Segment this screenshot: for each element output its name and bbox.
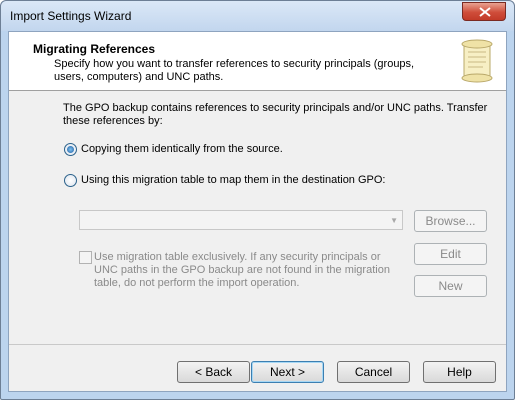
close-icon — [479, 7, 491, 17]
wizard-window: Import Settings Wizard Migrating Referen… — [0, 0, 515, 400]
window-title: Import Settings Wizard — [10, 9, 132, 23]
migration-table-combobox[interactable]: ▼ — [79, 210, 403, 230]
radio-migration-table-label[interactable]: Using this migration table to map them i… — [81, 174, 386, 186]
page-title: Migrating References — [33, 42, 156, 56]
wizard-page: Migrating References Specify how you wan… — [8, 31, 507, 392]
radio-migration-table[interactable] — [64, 174, 77, 187]
title-bar[interactable]: Import Settings Wizard — [1, 1, 514, 31]
intro-text: The GPO backup contains references to se… — [63, 102, 488, 127]
exclusive-checkbox[interactable] — [79, 251, 92, 264]
chevron-down-icon[interactable]: ▼ — [390, 216, 398, 225]
footer-divider — [9, 344, 506, 345]
close-button[interactable] — [462, 2, 506, 21]
new-button[interactable]: New — [414, 275, 487, 297]
page-header: Migrating References Specify how you wan… — [9, 32, 506, 91]
radio-copy[interactable] — [64, 143, 77, 156]
help-button[interactable]: Help — [423, 361, 496, 383]
edit-button[interactable]: Edit — [414, 243, 487, 265]
exclusive-checkbox-label[interactable]: Use migration table exclusively. If any … — [94, 251, 404, 290]
browse-button[interactable]: Browse... — [414, 210, 487, 232]
page-description: Specify how you want to transfer referen… — [54, 58, 415, 83]
cancel-button[interactable]: Cancel — [337, 361, 410, 383]
scroll-icon — [461, 39, 493, 83]
next-button[interactable]: Next > — [251, 361, 324, 383]
radio-copy-label[interactable]: Copying them identically from the source… — [81, 143, 283, 155]
back-button[interactable]: < Back — [177, 361, 250, 383]
